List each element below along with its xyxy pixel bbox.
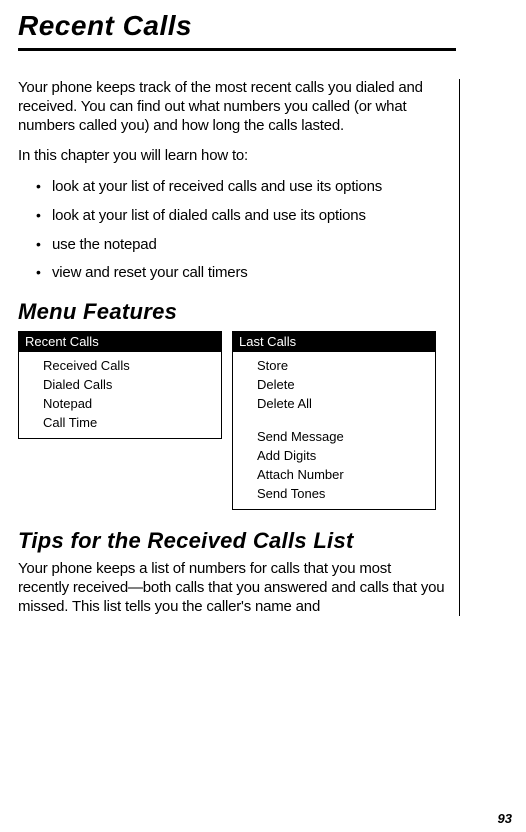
bullet-item: view and reset your call timers: [36, 264, 445, 283]
section-heading-menu-features: Menu Features: [18, 299, 445, 325]
menu-header: Recent Calls: [19, 332, 221, 352]
lead-in-text: In this chapter you will learn how to:: [18, 147, 445, 166]
menu-item: Call Time: [43, 413, 221, 432]
title-rule: [18, 48, 456, 51]
menu-box-last-calls: Last Calls Store Delete Delete All Send …: [232, 331, 436, 510]
menu-item: Add Digits: [257, 446, 435, 465]
menu-item: Notepad: [43, 394, 221, 413]
menu-item: Dialed Calls: [43, 375, 221, 394]
page-number: 93: [498, 811, 512, 826]
section-heading-tips: Tips for the Received Calls List: [18, 528, 445, 554]
bullet-item: look at your list of dialed calls and us…: [36, 207, 445, 226]
menu-items: Received Calls Dialed Calls Notepad Call…: [19, 352, 221, 438]
content-column: Your phone keeps track of the most recen…: [18, 79, 460, 616]
menu-boxes-row: Recent Calls Received Calls Dialed Calls…: [18, 331, 445, 510]
menu-item: Received Calls: [43, 356, 221, 375]
tips-paragraph: Your phone keeps a list of numbers for c…: [18, 560, 445, 616]
intro-paragraph: Your phone keeps track of the most recen…: [18, 79, 445, 135]
menu-item: Attach Number: [257, 465, 435, 484]
page-title: Recent Calls: [18, 10, 456, 42]
bullet-item: use the notepad: [36, 236, 445, 255]
menu-gap: [257, 413, 435, 427]
menu-item: Delete: [257, 375, 435, 394]
menu-item: Send Message: [257, 427, 435, 446]
menu-item: Delete All: [257, 394, 435, 413]
menu-items: Store Delete Delete All Send Message Add…: [233, 352, 435, 509]
chapter-bullet-list: look at your list of received calls and …: [36, 178, 445, 283]
menu-item: Send Tones: [257, 484, 435, 503]
menu-box-recent-calls: Recent Calls Received Calls Dialed Calls…: [18, 331, 222, 439]
menu-header: Last Calls: [233, 332, 435, 352]
menu-item: Store: [257, 356, 435, 375]
bullet-item: look at your list of received calls and …: [36, 178, 445, 197]
